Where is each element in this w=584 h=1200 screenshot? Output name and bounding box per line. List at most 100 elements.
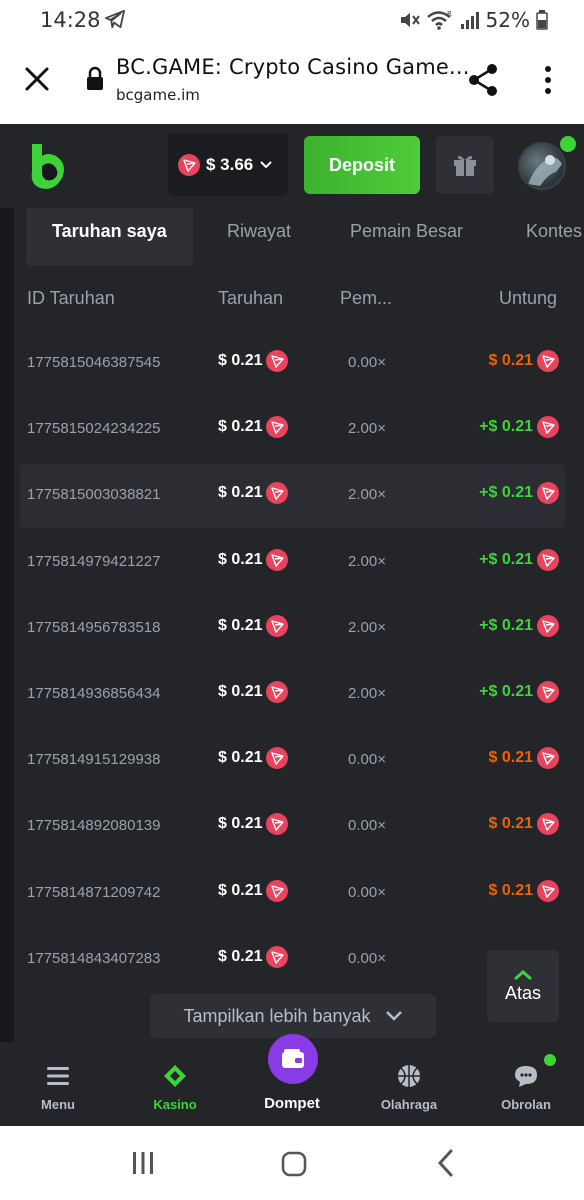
payout-multiplier: 2.00× — [348, 420, 386, 438]
trx-coin-icon — [537, 350, 559, 372]
table-row[interactable]: 1775814871209742 $ 0.21 0.00× $ 0.21 — [20, 862, 565, 926]
back-to-top-label: Atas — [504, 982, 542, 1003]
chevron-down-icon — [260, 161, 272, 169]
tab-contest[interactable]: Kontes — [526, 208, 582, 266]
gift-button[interactable] — [436, 136, 494, 194]
bet-amount: $ 0.21 — [218, 681, 289, 703]
back-icon[interactable] — [434, 1148, 456, 1178]
table-row[interactable]: 1775815046387545 $ 0.21 0.00× $ 0.21 — [20, 332, 565, 396]
table-row[interactable]: 1775814979421227 $ 0.21 2.00× +$ 0.21 — [20, 531, 565, 595]
browser-page-title[interactable]: BC.GAME: Crypto Casino Game... — [116, 55, 470, 79]
status-icons: R 52% — [398, 8, 548, 32]
nav-chat[interactable]: Obrolan — [468, 1042, 584, 1126]
bet-id[interactable]: 1775814843407283 — [27, 950, 177, 967]
profit-amount-value: +$ 0.21 — [479, 418, 533, 436]
bet-amount-value: $ 0.21 — [218, 683, 263, 700]
tab-my-bets[interactable]: Taruhan saya — [26, 208, 193, 266]
bet-id[interactable]: 1775815046387545 — [27, 354, 177, 371]
avatar[interactable] — [518, 142, 566, 190]
profit-amount: $ 0.21 — [488, 879, 559, 902]
nav-chat-label: Obrolan — [501, 1097, 551, 1112]
column-bet: Taruhan — [218, 288, 284, 308]
profit-amount-value: +$ 0.21 — [479, 683, 533, 700]
table-row[interactable]: 1775814936856434 $ 0.21 2.00× +$ 0.21 — [20, 663, 565, 727]
bet-amount: $ 0.21 — [218, 548, 289, 571]
browser-url-bar: BC.GAME: Crypto Casino Game... bcgame.im — [0, 40, 584, 124]
balance-selector[interactable]: $ 3.66 — [168, 134, 288, 196]
trx-coin-icon — [266, 416, 289, 439]
payout-multiplier: 0.00× — [348, 354, 386, 371]
back-to-top-button[interactable]: Atas — [487, 950, 559, 1022]
profit-amount-value: +$ 0.21 — [479, 550, 533, 568]
payout-multiplier: 2.00× — [348, 618, 386, 636]
trx-coin-icon — [266, 681, 289, 703]
app-area: $ 3.66 Deposit Taruhan saya Riwayat Pema… — [0, 124, 584, 1126]
bet-amount: $ 0.21 — [218, 945, 289, 968]
trx-coin-icon — [266, 548, 289, 571]
bet-id[interactable]: 1775814956783518 — [27, 619, 177, 636]
tab-history[interactable]: Riwayat — [227, 208, 291, 266]
bet-amount-value: $ 0.21 — [218, 484, 263, 502]
status-time: 14:28 — [40, 8, 101, 32]
home-icon[interactable] — [280, 1150, 308, 1178]
bc-logo-icon[interactable] — [28, 140, 70, 192]
show-more-button[interactable]: Tampilkan lebih banyak — [150, 994, 436, 1038]
bets-tabs: Taruhan saya Riwayat Pemain Besar Kontes — [14, 208, 584, 266]
trx-coin-icon — [537, 482, 559, 505]
bet-amount: $ 0.21 — [218, 879, 289, 902]
close-icon[interactable] — [22, 64, 52, 94]
bet-id[interactable]: 1775814871209742 — [27, 884, 177, 901]
recent-apps-icon[interactable] — [130, 1150, 156, 1176]
online-status-dot — [560, 136, 576, 152]
payout-multiplier: 0.00× — [348, 883, 386, 901]
bet-id[interactable]: 1775814936856434 — [27, 685, 177, 702]
bet-id[interactable]: 1775815003038821 — [27, 486, 177, 503]
trx-coin-icon — [266, 879, 289, 902]
share-icon[interactable] — [466, 62, 500, 98]
bet-amount: $ 0.21 — [218, 350, 289, 372]
nav-sports[interactable]: Olahraga — [351, 1042, 467, 1126]
lock-icon — [87, 66, 103, 90]
nav-menu[interactable]: Menu — [0, 1042, 116, 1126]
more-options-icon[interactable] — [540, 64, 556, 96]
table-row[interactable]: 1775815003038821 $ 0.21 2.00× +$ 0.21 — [20, 464, 565, 529]
deposit-button[interactable]: Deposit — [304, 136, 420, 194]
bet-amount-value: $ 0.21 — [218, 418, 263, 436]
trx-coin-icon — [266, 482, 289, 505]
profit-amount-value: $ 0.21 — [488, 749, 533, 767]
nav-wallet-label: Dompet — [264, 1095, 320, 1112]
table-row[interactable]: 1775814843407283 $ 0.21 0.00× — [20, 928, 565, 992]
bet-amount-value: $ 0.21 — [218, 881, 263, 899]
trx-coin-icon — [266, 813, 289, 836]
profit-amount: +$ 0.21 — [479, 681, 559, 703]
table-row[interactable]: 1775814956783518 $ 0.21 2.00× +$ 0.21 — [20, 597, 565, 661]
profit-amount-value: $ 0.21 — [488, 881, 533, 899]
table-row[interactable]: 1775815024234225 $ 0.21 2.00× +$ 0.21 — [20, 398, 565, 462]
svg-text:R: R — [447, 10, 452, 18]
table-row[interactable]: 1775814915129938 $ 0.21 0.00× $ 0.21 — [20, 729, 565, 793]
battery-icon — [536, 10, 548, 30]
column-payout: Pem... — [340, 288, 393, 308]
sports-ball-icon — [398, 1065, 420, 1087]
bet-id[interactable]: 1775814892080139 — [27, 817, 177, 834]
battery-percent: 52% — [485, 8, 530, 32]
bet-id[interactable]: 1775815024234225 — [27, 420, 177, 437]
nav-casino[interactable]: Kasino — [117, 1042, 233, 1126]
browser-domain[interactable]: bcgame.im — [116, 86, 200, 104]
wallet-icon — [282, 1049, 304, 1068]
profit-amount: $ 0.21 — [488, 747, 559, 770]
bet-amount-value: $ 0.21 — [218, 616, 263, 634]
table-row[interactable]: 1775814892080139 $ 0.21 0.00× $ 0.21 — [20, 795, 565, 859]
wallet-button[interactable] — [268, 1034, 318, 1084]
profit-amount-value: +$ 0.21 — [479, 484, 533, 502]
bet-amount: $ 0.21 — [218, 813, 289, 836]
bet-id[interactable]: 1775814979421227 — [27, 553, 177, 570]
avatar-image — [528, 155, 562, 186]
profit-amount: +$ 0.21 — [479, 548, 559, 571]
payout-multiplier: 0.00× — [348, 949, 386, 967]
bet-amount-value: $ 0.21 — [218, 749, 263, 767]
tab-big-players[interactable]: Pemain Besar — [350, 208, 463, 266]
bet-amount: $ 0.21 — [218, 747, 289, 770]
bet-id[interactable]: 1775814915129938 — [27, 751, 177, 768]
profit-amount: +$ 0.21 — [479, 416, 559, 439]
